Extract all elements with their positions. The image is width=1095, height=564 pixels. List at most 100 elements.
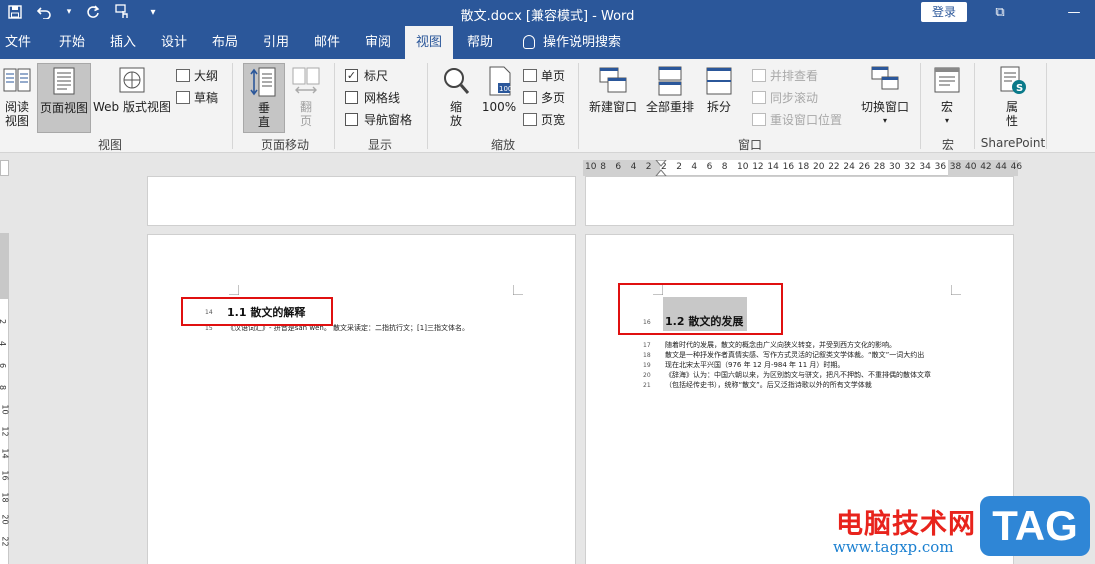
arrange-all-button[interactable]: 全部重排 xyxy=(644,65,696,114)
ruler-label: 标尺 xyxy=(364,68,389,83)
navigation-pane-checkbox[interactable]: 导航窗格 xyxy=(345,109,412,129)
tab-layout[interactable]: 布局 xyxy=(202,26,248,59)
group-separator xyxy=(427,63,428,149)
switch-windows-label: 切换窗口 xyxy=(860,100,909,114)
one-page-icon xyxy=(523,68,537,82)
web-layout-icon xyxy=(119,67,145,93)
ruler-number: 10 xyxy=(737,162,749,172)
zoom-100-button[interactable]: 100 100% xyxy=(480,65,518,114)
ruler-number: 8 xyxy=(600,162,606,172)
draft-button[interactable]: 草稿 xyxy=(176,87,218,107)
indent-marker-icon[interactable] xyxy=(655,160,667,176)
split-button[interactable]: 拆分 xyxy=(702,65,736,114)
macros-button-label: 宏 xyxy=(940,100,953,114)
tell-me-search[interactable]: 操作说明搜索 xyxy=(518,26,626,59)
ruler-checkbox[interactable]: ✓ 标尺 xyxy=(345,65,388,85)
web-layout-button[interactable]: Web 版式视图 xyxy=(92,65,172,114)
tab-insert[interactable]: 插入 xyxy=(100,26,146,59)
crop-mark-icon xyxy=(229,285,239,295)
login-button[interactable]: 登录 xyxy=(921,2,967,22)
macros-button[interactable]: 宏 ▾ xyxy=(930,65,964,128)
ruler-number: 40 xyxy=(965,162,977,172)
vertical-button[interactable]: 垂 直 xyxy=(243,63,285,133)
tab-design[interactable]: 设计 xyxy=(150,26,198,59)
ribbon-tabs: 文件 开始 插入 设计 布局 引用 邮件 审阅 视图 帮助 操作说明搜索 xyxy=(0,26,1095,59)
ruler-number: 36 xyxy=(934,162,947,172)
group-separator xyxy=(974,63,975,149)
tab-help[interactable]: 帮助 xyxy=(456,26,504,59)
one-page-button[interactable]: 单页 xyxy=(523,65,565,85)
read-mode-label-2: 视图 xyxy=(4,114,29,128)
body-text-line[interactable]: （包括经传史书），统称“散文”。后又泛指诗歌以外的所有文学体裁 xyxy=(665,380,872,390)
side-to-side-icon xyxy=(292,67,320,94)
new-window-button[interactable]: 新建窗口 xyxy=(587,65,639,114)
ruler-number: 34 xyxy=(919,162,931,172)
page-previous-right[interactable] xyxy=(585,176,1014,226)
multiple-pages-button[interactable]: 多页 xyxy=(523,87,565,107)
ruler-number: 12 xyxy=(0,426,10,437)
read-mode-button[interactable]: 阅读 视图 xyxy=(1,65,33,128)
print-layout-icon xyxy=(53,67,75,95)
reset-position-icon xyxy=(752,112,766,126)
nav-pane-check-box xyxy=(345,112,358,126)
body-text-line[interactable]: 现在北宋太平兴国（976 年 12 月-984 年 11 月）时期。 xyxy=(665,360,844,370)
tab-review[interactable]: 审阅 xyxy=(354,26,402,59)
magnifier-icon xyxy=(444,68,470,94)
tab-mailings[interactable]: 邮件 xyxy=(304,26,350,59)
side-label-2: 页 xyxy=(299,114,312,128)
lightbulb-icon xyxy=(522,35,535,49)
switch-windows-button[interactable]: 切换窗口 ▾ xyxy=(858,65,912,128)
ruler-number: 2 xyxy=(645,162,652,172)
ruler-number: 44 xyxy=(995,162,1007,172)
ribbon-display-options-icon[interactable]: ⧉ xyxy=(986,2,1014,24)
view-side-by-side-button[interactable]: 并排查看 xyxy=(752,65,818,85)
tab-file[interactable]: 文件 xyxy=(0,26,36,59)
ruler-number: 6 xyxy=(706,162,713,172)
ruler-number: 18 xyxy=(0,492,10,503)
vertical-label-2: 直 xyxy=(257,115,270,129)
ruler-number: 46 xyxy=(1010,162,1023,172)
ruler-number: 18 xyxy=(797,162,810,172)
gridlines-checkbox[interactable]: 网格线 xyxy=(345,87,400,107)
body-text-line[interactable]: 《辞海》认为：中国六朝以来，为区别韵文与骈文，把凡不押韵、不重排偶的散体文章 xyxy=(665,370,931,380)
side-by-side-label: 并排查看 xyxy=(770,68,819,83)
body-text-line[interactable]: 散文是一种抒发作者真情实感、写作方式灵活的记叙类文学体裁。“散文”一词大约出 xyxy=(665,350,924,360)
sync-scroll-button[interactable]: 同步滚动 xyxy=(752,87,818,107)
tell-me-label: 操作说明搜索 xyxy=(542,35,621,50)
side-by-side-icon xyxy=(752,68,766,82)
vertical-ruler[interactable]: 2 4 6 8 10 12 14 16 18 20 22 xyxy=(0,233,10,564)
body-text-line[interactable]: 随着时代的发展，散文的概念由广义向狭义转变，并受到西方文化的影响。 xyxy=(665,340,896,350)
zoom-button[interactable]: 缩 放 xyxy=(438,65,474,128)
ruler-number: 4 xyxy=(0,341,7,346)
ruler-top-margin xyxy=(0,233,9,299)
outline-button[interactable]: 大纲 xyxy=(176,65,218,85)
tab-view[interactable]: 视图 xyxy=(405,26,453,59)
group-separator xyxy=(578,63,579,149)
ruler-number: 12 xyxy=(752,162,764,172)
properties-button[interactable]: S 属 性 xyxy=(996,65,1028,128)
horizontal-ruler[interactable]: 10 8 6 4 2 2 2 4 6 8 10 12 14 16 18 20 22 24 26 28 30 32 34 36 3… xyxy=(583,160,1022,176)
ruler-number: 20 xyxy=(813,162,825,172)
tab-home[interactable]: 开始 xyxy=(48,26,96,59)
crop-mark-icon xyxy=(513,285,523,295)
ruler-tab-selector[interactable] xyxy=(0,160,9,176)
nav-pane-label: 导航窗格 xyxy=(364,112,413,127)
new-window-icon xyxy=(599,67,627,93)
ruler-number: 4 xyxy=(691,162,698,172)
macros-icon xyxy=(934,67,960,93)
group-separator xyxy=(1046,63,1047,149)
page-previous-left[interactable] xyxy=(147,176,576,226)
tab-references[interactable]: 引用 xyxy=(252,26,300,59)
minimize-button[interactable]: — xyxy=(1060,2,1088,24)
highlight-box-heading-1-2 xyxy=(618,283,783,335)
line-number: 21 xyxy=(643,382,651,389)
page-width-button[interactable]: 页宽 xyxy=(523,109,565,129)
reset-window-position-button[interactable]: 重设窗口位置 xyxy=(752,109,842,129)
sync-scroll-label: 同步滚动 xyxy=(770,90,819,105)
side-to-side-button[interactable]: 翻 页 xyxy=(290,65,322,128)
gridlines-label: 网格线 xyxy=(364,90,401,105)
page-left[interactable]: 14 1.1 散文的解释 15 《汉语词汇》- 拼音是sǎn wén。 散文采读… xyxy=(147,234,576,564)
split-label: 拆分 xyxy=(706,100,731,114)
chevron-down-icon: ▾ xyxy=(944,116,949,125)
print-layout-button[interactable]: 页面视图 xyxy=(37,63,91,133)
